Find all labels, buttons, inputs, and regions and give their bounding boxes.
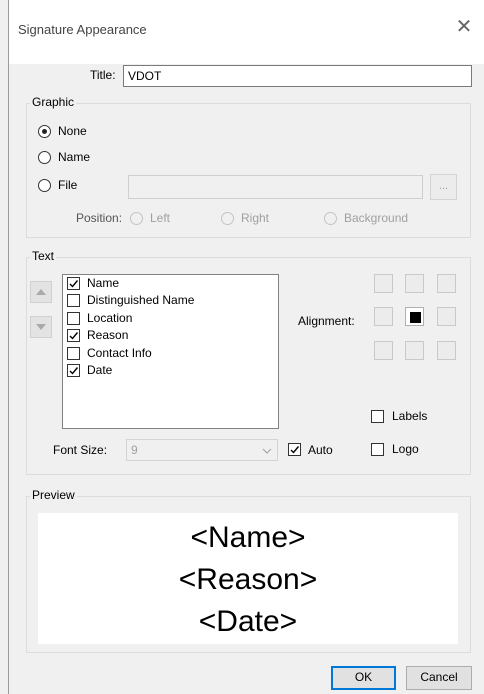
chevron-down-icon bbox=[262, 448, 272, 454]
item-reason-checkbox[interactable] bbox=[67, 329, 80, 342]
labels-label: Labels bbox=[392, 409, 428, 423]
graphic-caption: Graphic bbox=[30, 95, 77, 109]
graphic-name-label: Name bbox=[58, 150, 91, 164]
cancel-button[interactable]: Cancel bbox=[406, 666, 472, 690]
auto-label: Auto bbox=[308, 443, 333, 457]
item-name-label: Name bbox=[87, 276, 120, 290]
position-right-label: Right bbox=[241, 211, 270, 225]
auto-checkbox[interactable] bbox=[288, 443, 301, 456]
position-background-label: Background bbox=[344, 211, 409, 225]
align-middle-center-button[interactable] bbox=[405, 307, 424, 326]
logo-checkbox[interactable] bbox=[371, 443, 384, 456]
window-border bbox=[0, 0, 9, 694]
font-size-value: 9 bbox=[131, 443, 138, 457]
item-distinguished-name-checkbox[interactable] bbox=[67, 294, 80, 307]
title-label: Title: bbox=[90, 68, 116, 82]
font-size-label: Font Size: bbox=[53, 443, 108, 457]
align-bottom-right-button[interactable] bbox=[437, 341, 456, 360]
align-bottom-left-button[interactable] bbox=[374, 341, 393, 360]
graphic-none-radio[interactable] bbox=[38, 125, 51, 138]
item-name-checkbox[interactable] bbox=[67, 277, 80, 290]
position-left-radio bbox=[130, 212, 143, 225]
arrow-down-icon bbox=[36, 324, 46, 330]
item-reason-label: Reason bbox=[87, 328, 129, 342]
align-middle-right-button[interactable] bbox=[437, 307, 456, 326]
text-caption: Text bbox=[30, 249, 57, 263]
preview-line-name: <Name> bbox=[190, 521, 306, 554]
item-date-label: Date bbox=[87, 363, 113, 377]
move-up-button[interactable] bbox=[30, 281, 52, 303]
close-icon[interactable]: ✕ bbox=[453, 16, 475, 38]
title-input[interactable] bbox=[123, 65, 472, 87]
font-size-select: 9 bbox=[126, 439, 278, 461]
preview-line-date: <Date> bbox=[198, 605, 298, 638]
item-date-checkbox[interactable] bbox=[67, 364, 80, 377]
logo-label: Logo bbox=[392, 442, 419, 456]
position-right-radio bbox=[221, 212, 234, 225]
preview-line-reason: <Reason> bbox=[178, 563, 318, 596]
graphic-name-radio[interactable] bbox=[38, 151, 51, 164]
alignment-label: Alignment: bbox=[298, 314, 355, 328]
graphic-file-label: File bbox=[58, 178, 78, 192]
preview-caption: Preview bbox=[30, 488, 77, 502]
file-path-input bbox=[128, 175, 423, 199]
item-location-checkbox[interactable] bbox=[67, 312, 80, 325]
align-bottom-center-button[interactable] bbox=[405, 341, 424, 360]
position-left-label: Left bbox=[150, 211, 171, 225]
item-distinguished-name-label: Distinguished Name bbox=[87, 293, 195, 307]
arrow-up-icon bbox=[36, 289, 46, 295]
position-background-radio bbox=[324, 212, 337, 225]
item-contact-info-checkbox[interactable] bbox=[67, 347, 80, 360]
ok-button[interactable]: OK bbox=[331, 666, 396, 690]
dialog-title: Signature Appearance bbox=[18, 22, 147, 37]
item-location-label: Location bbox=[87, 311, 133, 325]
align-top-right-button[interactable] bbox=[437, 274, 456, 293]
move-down-button[interactable] bbox=[30, 316, 52, 338]
labels-checkbox[interactable] bbox=[371, 410, 384, 423]
graphic-none-label: None bbox=[58, 124, 87, 138]
graphic-file-radio[interactable] bbox=[38, 179, 51, 192]
position-label: Position: bbox=[76, 211, 123, 225]
align-top-center-button[interactable] bbox=[405, 274, 424, 293]
align-top-left-button[interactable] bbox=[374, 274, 393, 293]
align-middle-left-button[interactable] bbox=[374, 307, 393, 326]
browse-button: ... bbox=[430, 174, 457, 200]
item-contact-info-label: Contact Info bbox=[87, 346, 152, 360]
